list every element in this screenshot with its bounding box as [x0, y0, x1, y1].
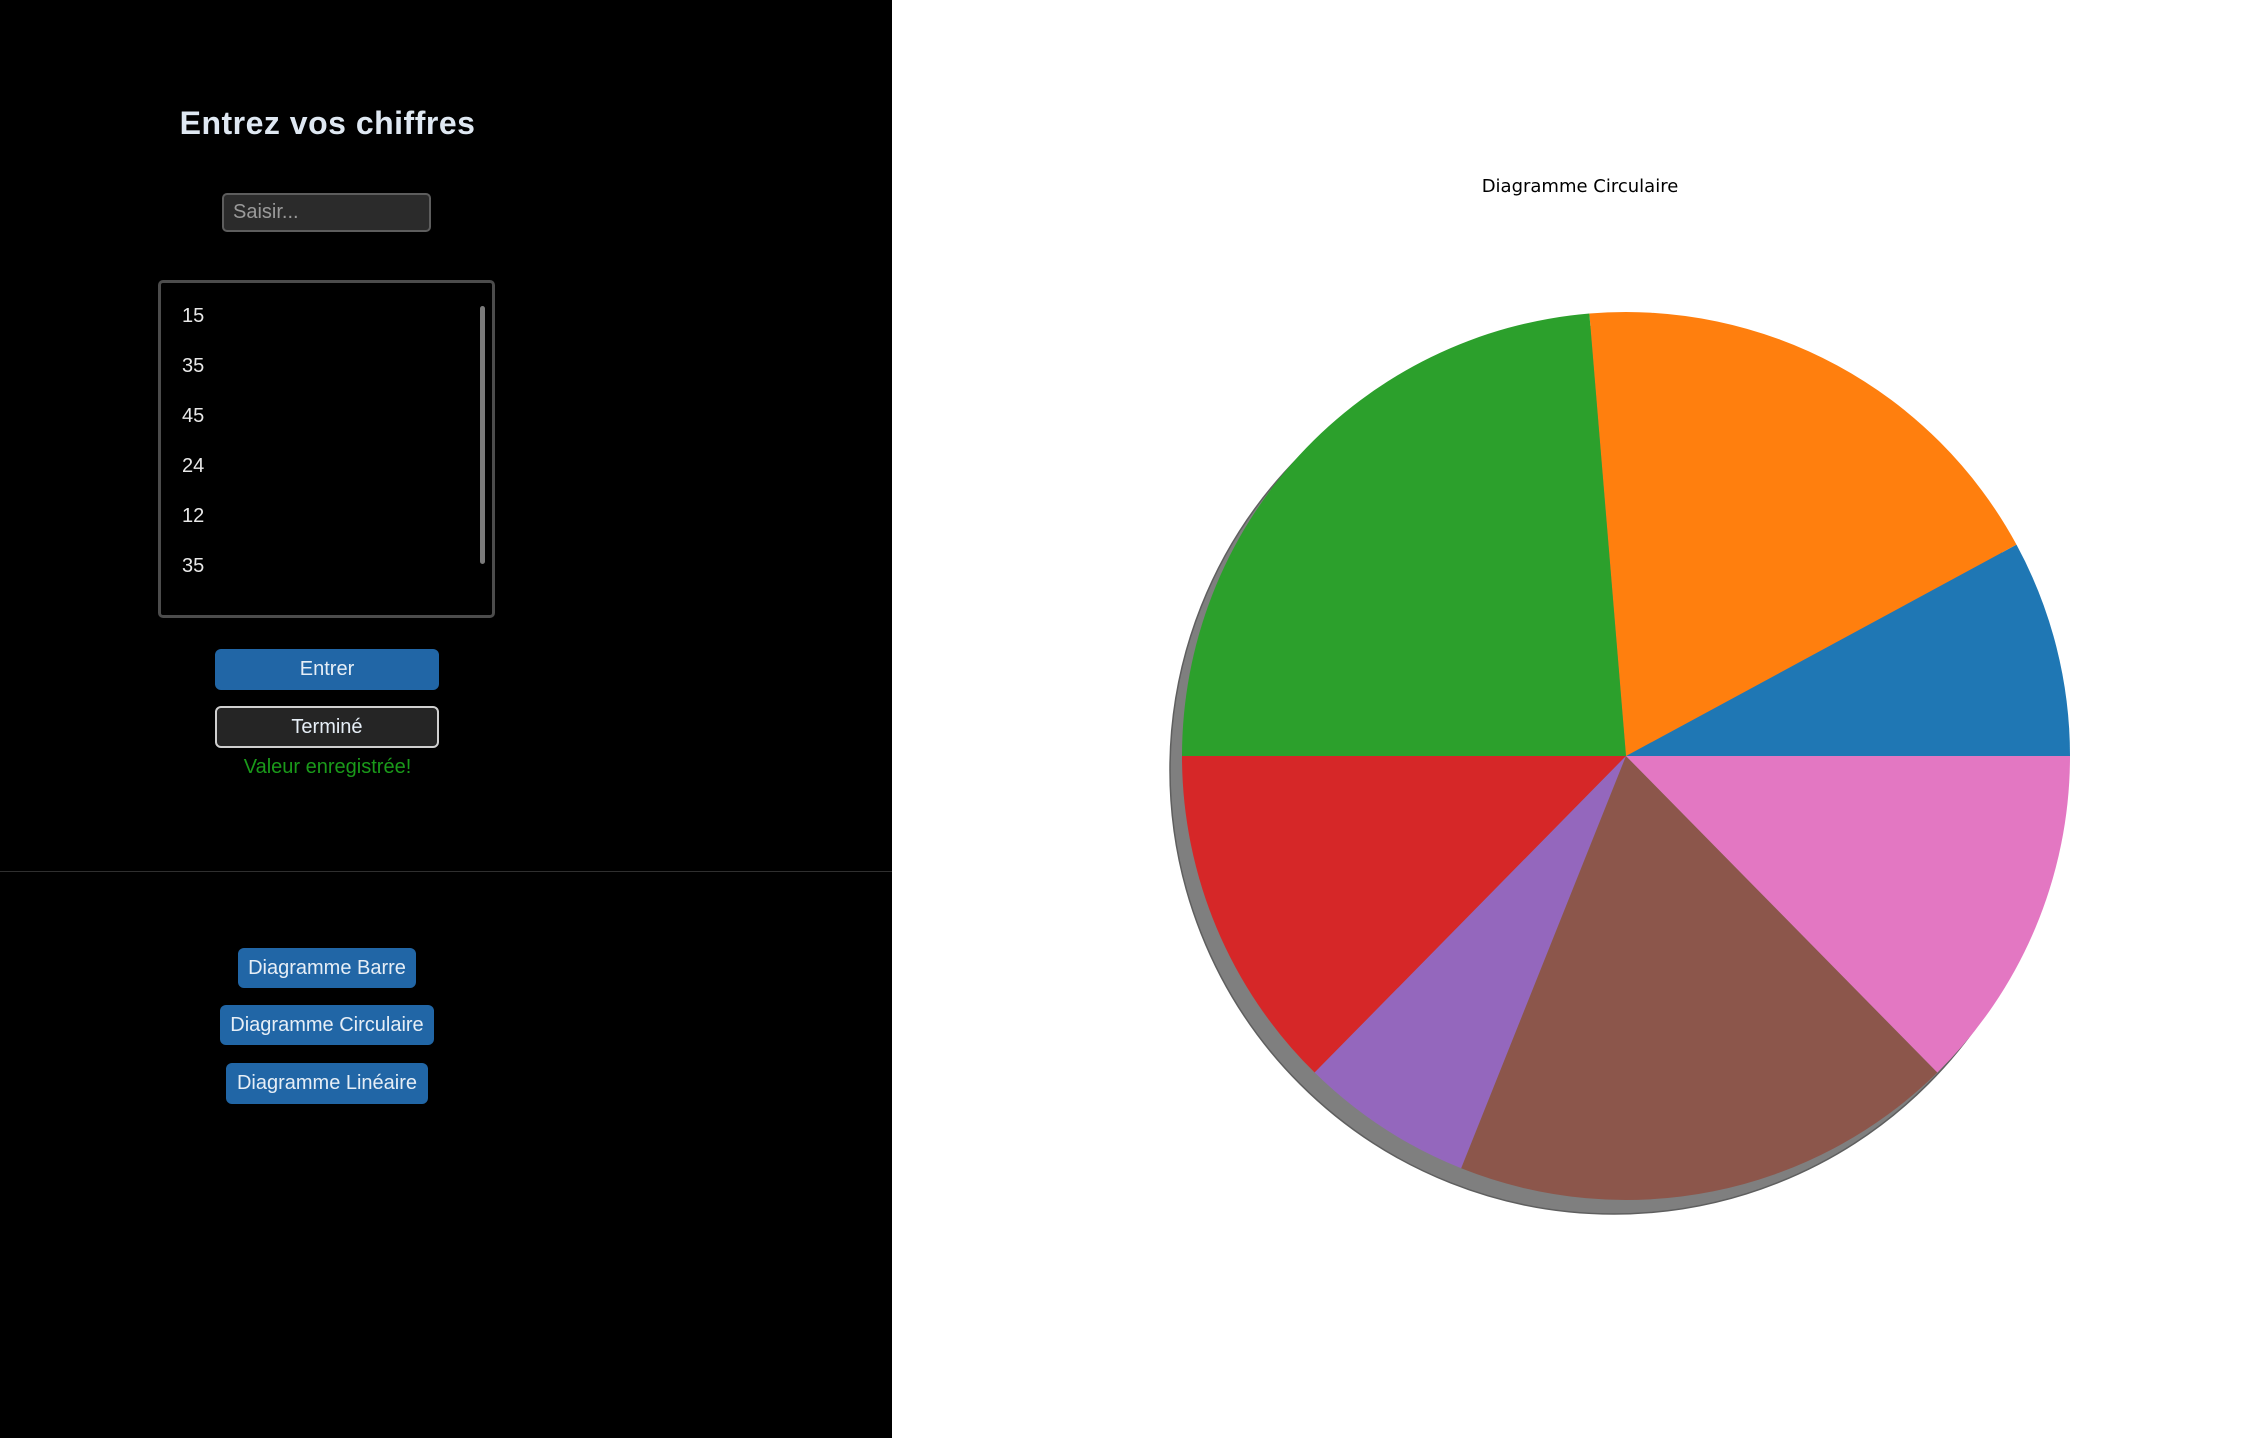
list-item[interactable]: 45 — [182, 404, 204, 428]
values-list[interactable]: 15 35 45 24 12 35 — [158, 280, 495, 618]
left-panel: Entrez vos chiffres 15 35 45 24 12 35 En… — [0, 0, 892, 1438]
number-input[interactable] — [222, 193, 431, 232]
page-title: Entrez vos chiffres — [179, 105, 476, 141]
list-scrollbar[interactable] — [480, 306, 485, 564]
enter-button[interactable]: Entrer — [215, 649, 439, 690]
section-divider — [0, 871, 892, 872]
input-section: Entrez vos chiffres 15 35 45 24 12 35 En… — [0, 0, 892, 871]
status-message: Valeur enregistrée! — [243, 756, 412, 778]
list-item[interactable]: 15 — [182, 304, 204, 328]
bar-chart-button[interactable]: Diagramme Barre — [238, 948, 416, 988]
pie-slice — [1182, 313, 1626, 756]
list-item[interactable]: 35 — [182, 554, 204, 578]
done-button[interactable]: Terminé — [215, 706, 439, 748]
list-item[interactable]: 35 — [182, 354, 204, 378]
pie-chart — [1169, 312, 2070, 1215]
line-chart-button[interactable]: Diagramme Linéaire — [226, 1063, 428, 1104]
chart-area: Diagramme Circulaire — [892, 0, 2268, 1438]
pie-chart-button[interactable]: Diagramme Circulaire — [220, 1005, 434, 1045]
list-item[interactable]: 12 — [182, 504, 204, 528]
list-item[interactable]: 24 — [182, 454, 204, 478]
